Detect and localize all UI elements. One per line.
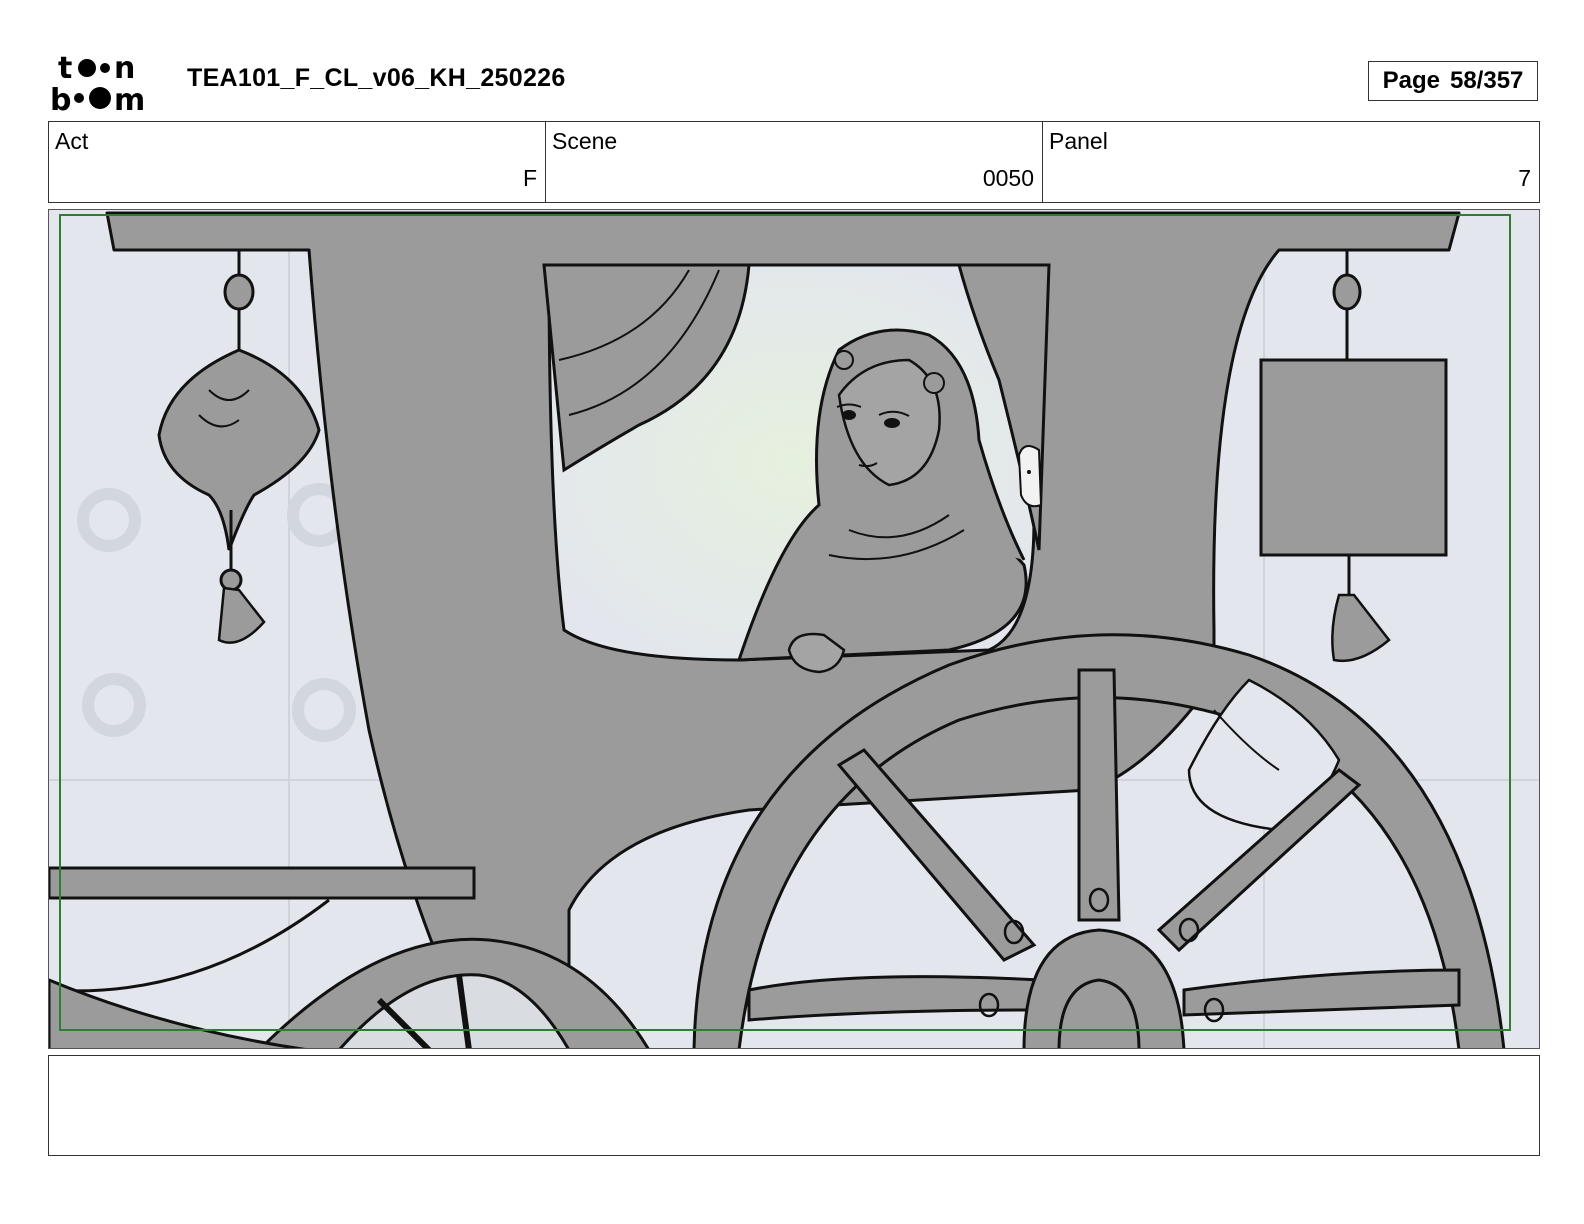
act-value: F <box>522 165 537 191</box>
peeking-character <box>1017 445 1043 508</box>
scene-cell: Scene 0050 <box>546 122 1043 202</box>
toon-boom-logo-icon: t n b m <box>50 51 145 118</box>
panel-value: 7 <box>1518 165 1531 191</box>
page-label: Page <box>1382 67 1440 94</box>
toon-boom-logo: t n b m <box>50 50 165 118</box>
act-cell: Act F <box>49 122 546 202</box>
page-number: 58/357 <box>1449 67 1524 94</box>
document-title: TEA101_F_CL_v06_KH_250226 <box>187 64 566 92</box>
panel-label: Panel <box>1049 128 1108 154</box>
svg-text:t: t <box>58 51 72 86</box>
svg-text:b: b <box>50 83 71 114</box>
svg-text:m: m <box>114 83 145 114</box>
scene-label: Scene <box>552 128 618 154</box>
info-table: Act F Scene 0050 Panel 7 <box>48 121 1540 203</box>
scene-value: 0050 <box>982 165 1034 191</box>
act-label: Act <box>55 128 89 154</box>
panel-cell: Panel 7 <box>1043 122 1539 202</box>
carriage-shaft <box>49 866 476 900</box>
panel-notes-box[interactable] <box>48 1055 1540 1156</box>
page-indicator: Page 58/357 <box>1368 61 1538 101</box>
storyboard-sketch-image <box>49 210 1539 1048</box>
storyboard-panel <box>48 209 1540 1049</box>
svg-text:n: n <box>114 51 135 86</box>
